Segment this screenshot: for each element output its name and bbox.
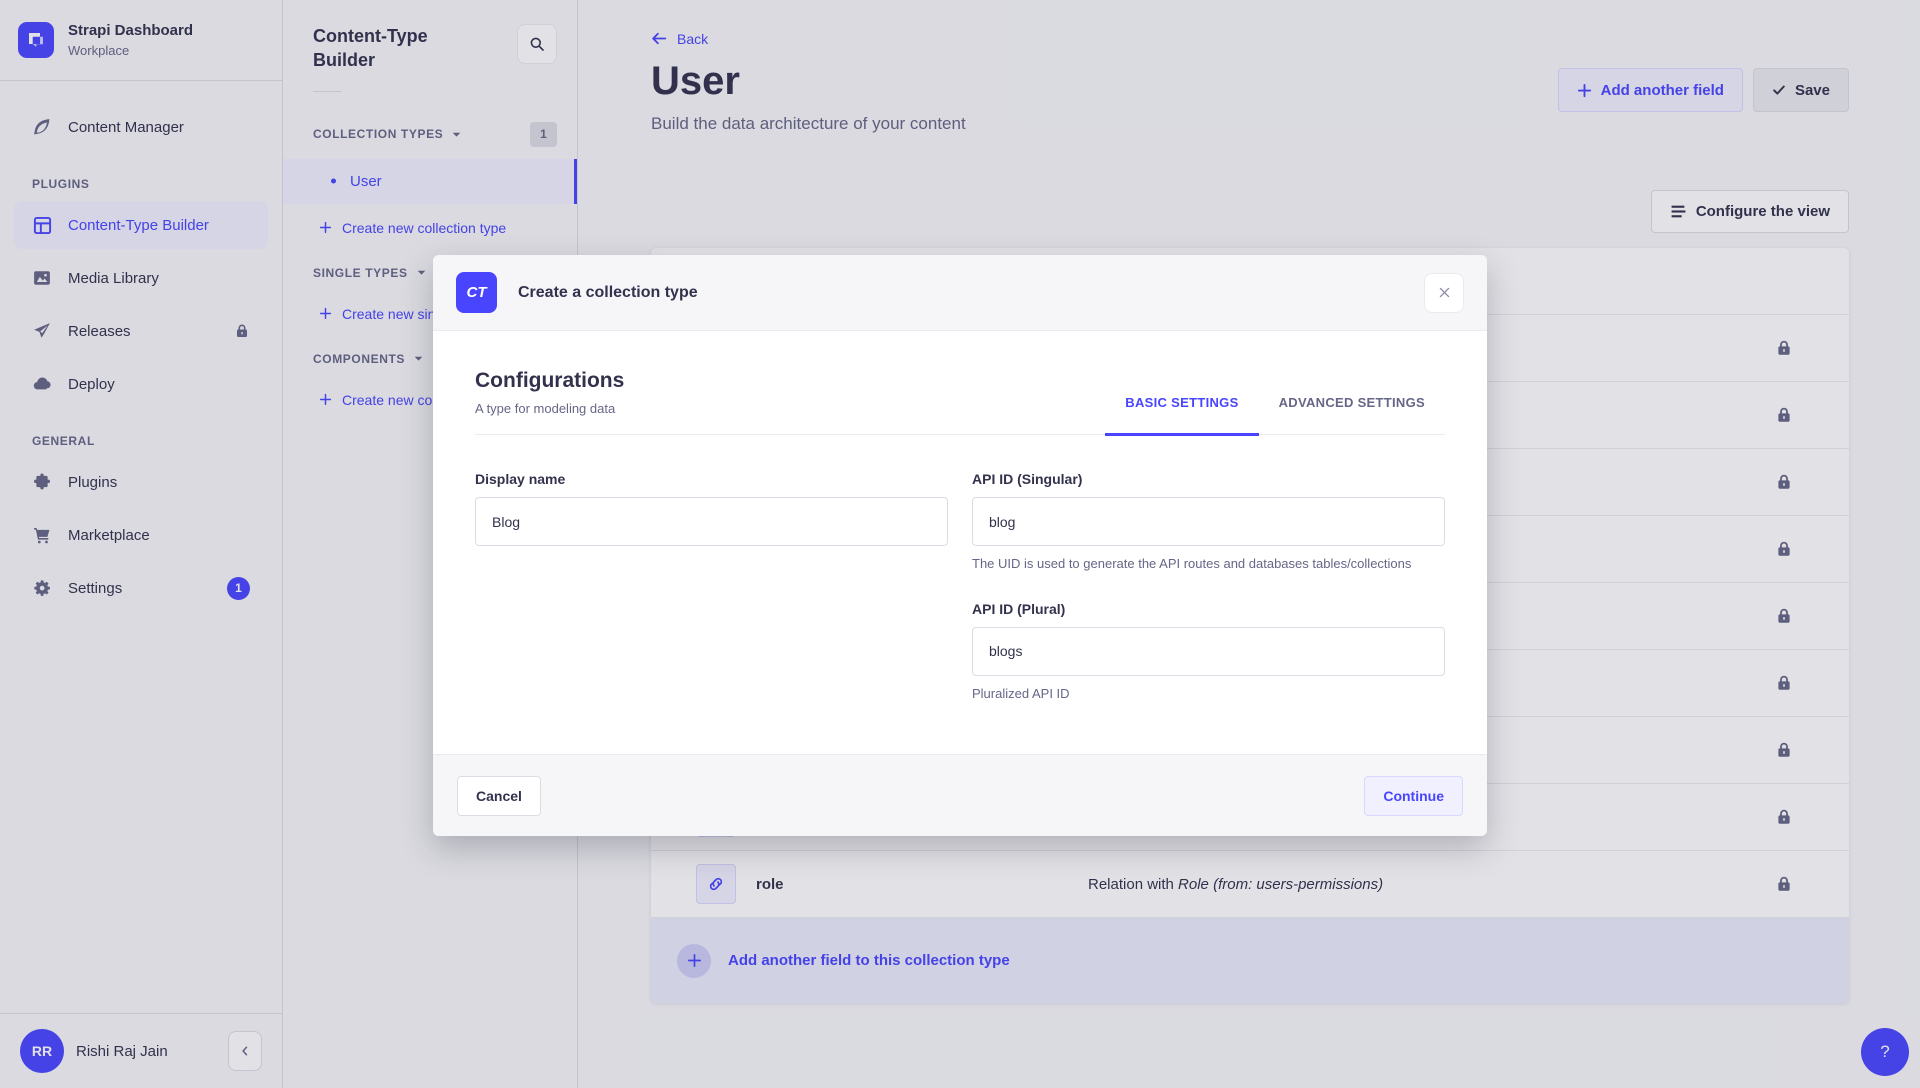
display-name-input[interactable] <box>475 497 948 546</box>
cancel-button[interactable]: Cancel <box>457 776 541 816</box>
tab-basic-settings[interactable]: BASIC SETTINGS <box>1105 395 1258 434</box>
config-heading-block: Configurations A type for modeling data <box>475 369 624 434</box>
close-icon <box>1438 286 1451 299</box>
api-plural-input[interactable] <box>972 627 1445 676</box>
api-singular-label: API ID (Singular) <box>972 471 1445 487</box>
display-name-field-group: Display name <box>475 471 948 702</box>
strapi-app: Strapi Dashboard Workplace Content Manag… <box>0 0 1920 1088</box>
button-label: Continue <box>1383 788 1444 804</box>
api-plural-field-group: API ID (Plural) Pluralized API ID <box>972 601 1445 703</box>
api-singular-helper: The UID is used to generate the API rout… <box>972 555 1445 573</box>
api-singular-input[interactable] <box>972 497 1445 546</box>
continue-button[interactable]: Continue <box>1364 776 1463 816</box>
tab-advanced-settings[interactable]: ADVANCED SETTINGS <box>1259 395 1445 434</box>
create-collection-type-modal: CT Create a collection type Configuratio… <box>433 255 1487 836</box>
close-modal-button[interactable] <box>1424 273 1464 313</box>
api-plural-label: API ID (Plural) <box>972 601 1445 617</box>
config-subheading: A type for modeling data <box>475 401 624 416</box>
display-name-label: Display name <box>475 471 948 487</box>
settings-tabs: BASIC SETTINGS ADVANCED SETTINGS <box>1105 395 1445 434</box>
api-plural-helper: Pluralized API ID <box>972 685 1445 703</box>
api-id-column: API ID (Singular) The UID is used to gen… <box>972 471 1445 702</box>
button-label: Cancel <box>476 788 522 804</box>
config-heading: Configurations <box>475 369 624 393</box>
ct-badge: CT <box>456 272 497 313</box>
modal-title: Create a collection type <box>518 284 698 302</box>
